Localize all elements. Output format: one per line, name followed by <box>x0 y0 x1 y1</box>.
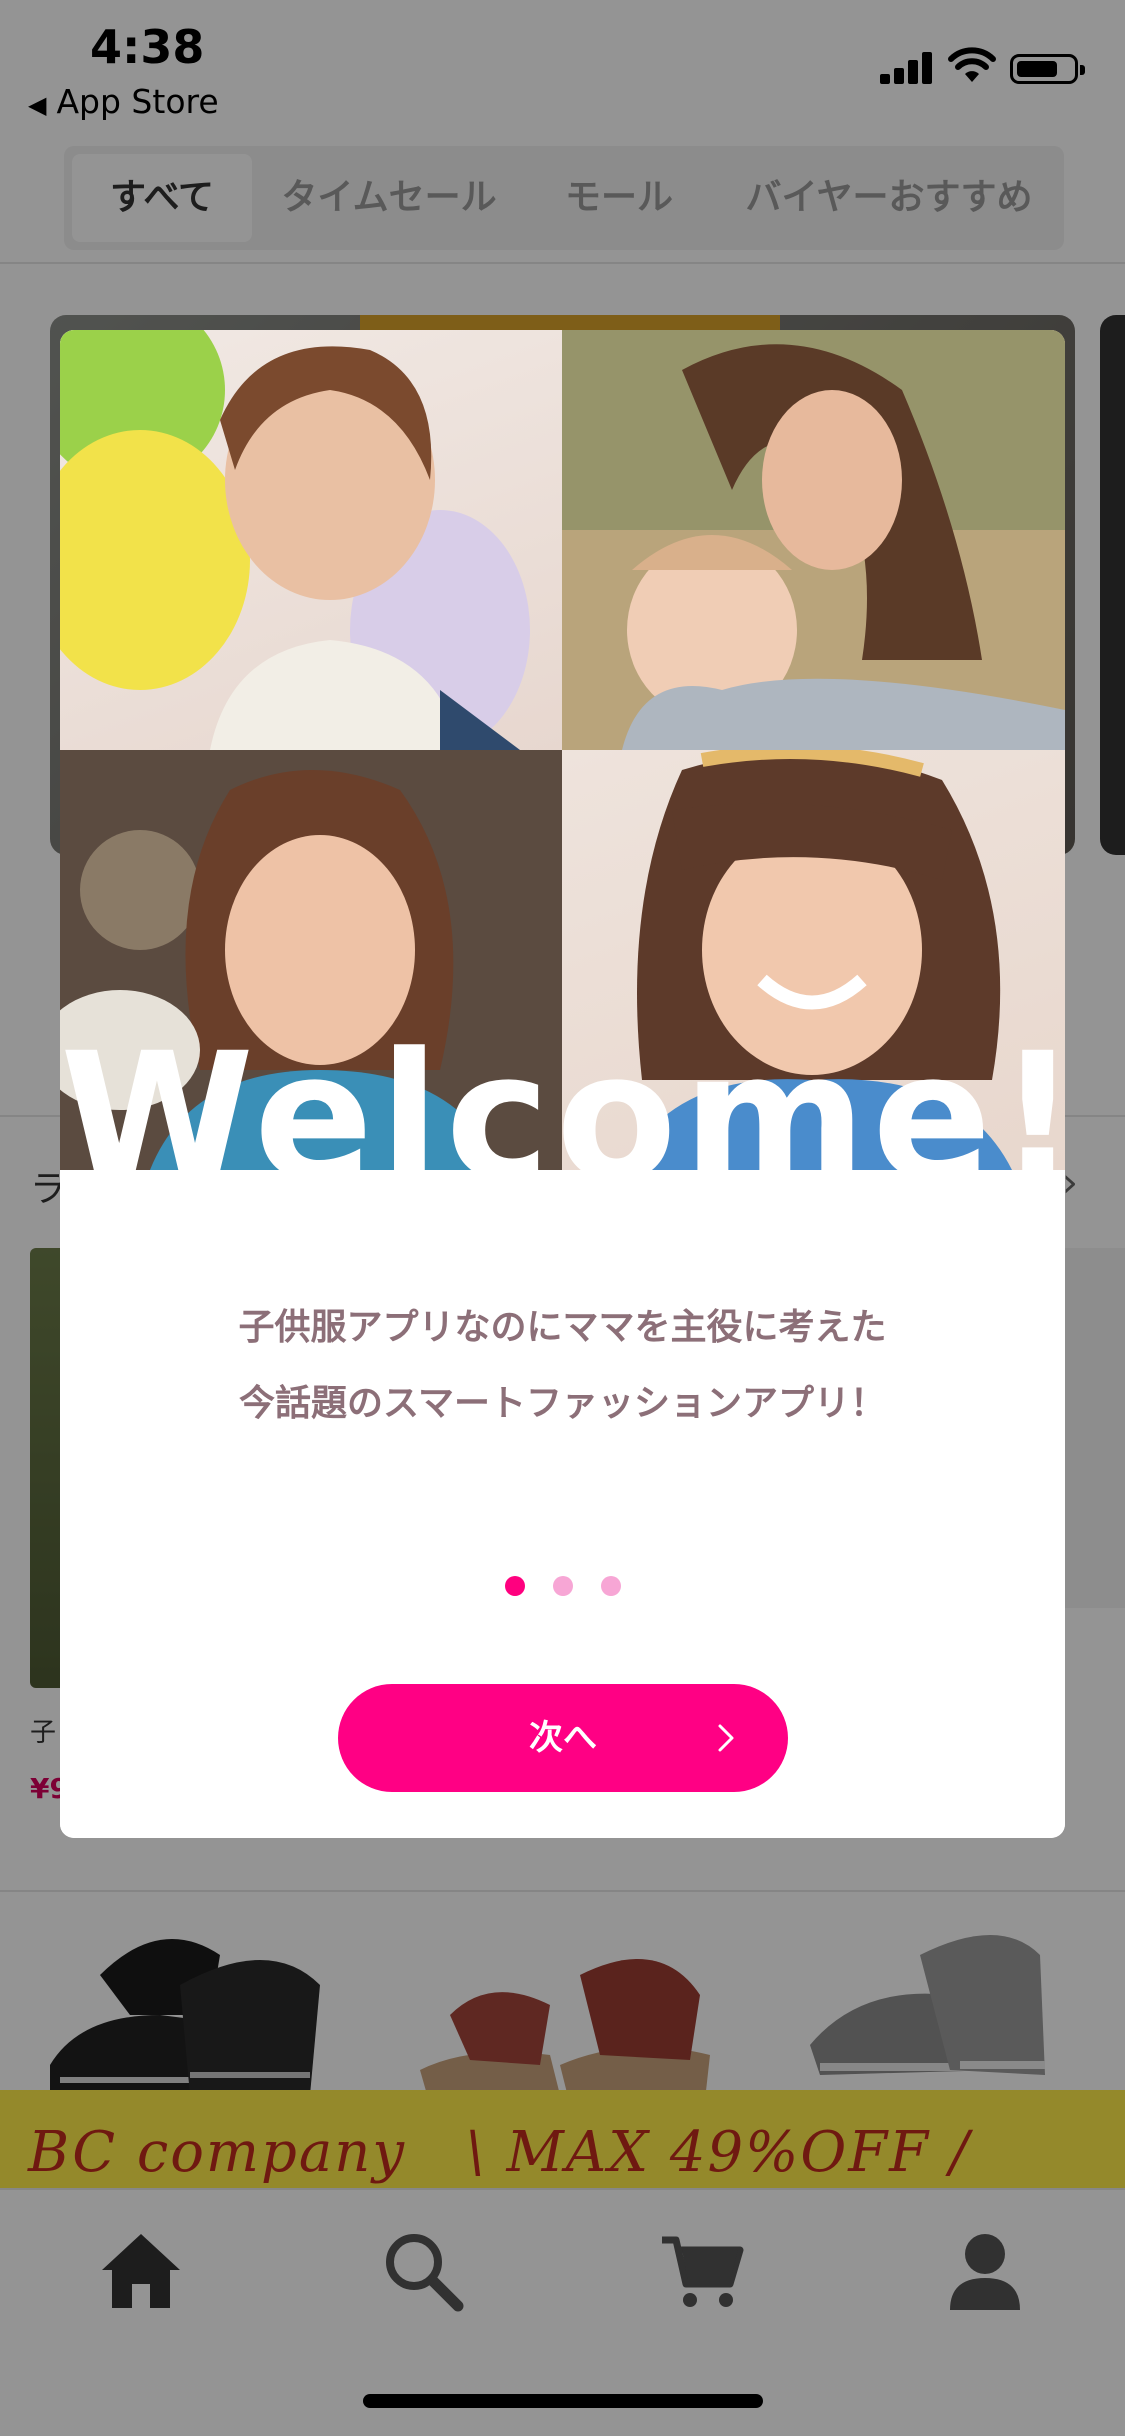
welcome-modal: Welcome!! 子供服アプリなのにママを主役に考えた 今話題のスマートファッ… <box>60 330 1065 1838</box>
page-dot-2[interactable] <box>552 1576 573 1596</box>
photo-mother-and-baby <box>562 330 1065 750</box>
chevron-right-icon <box>718 1724 734 1752</box>
page-indicator <box>60 1576 1065 1600</box>
tagline-line-2: 今話題のスマートファッションアプリ！ <box>239 1383 886 1424</box>
next-button-label: 次へ <box>529 1718 597 1758</box>
photo-boy-with-balloons <box>60 330 562 750</box>
app-screen: 4:38 ◀ App Store すべて タイムセール モール バイヤーおすすめ … <box>0 0 1125 2436</box>
tagline-line-1: 子供服アプリなのにママを主役に考えた <box>238 1307 887 1348</box>
page-dot-3[interactable] <box>600 1576 621 1596</box>
welcome-tagline: 子供服アプリなのにママを主役に考えた 今話題のスマートファッションアプリ！ <box>60 1290 1065 1442</box>
next-button[interactable]: 次へ <box>338 1684 788 1792</box>
welcome-headline: Welcome!! <box>60 1030 1065 1175</box>
page-dot-1[interactable] <box>504 1576 525 1596</box>
